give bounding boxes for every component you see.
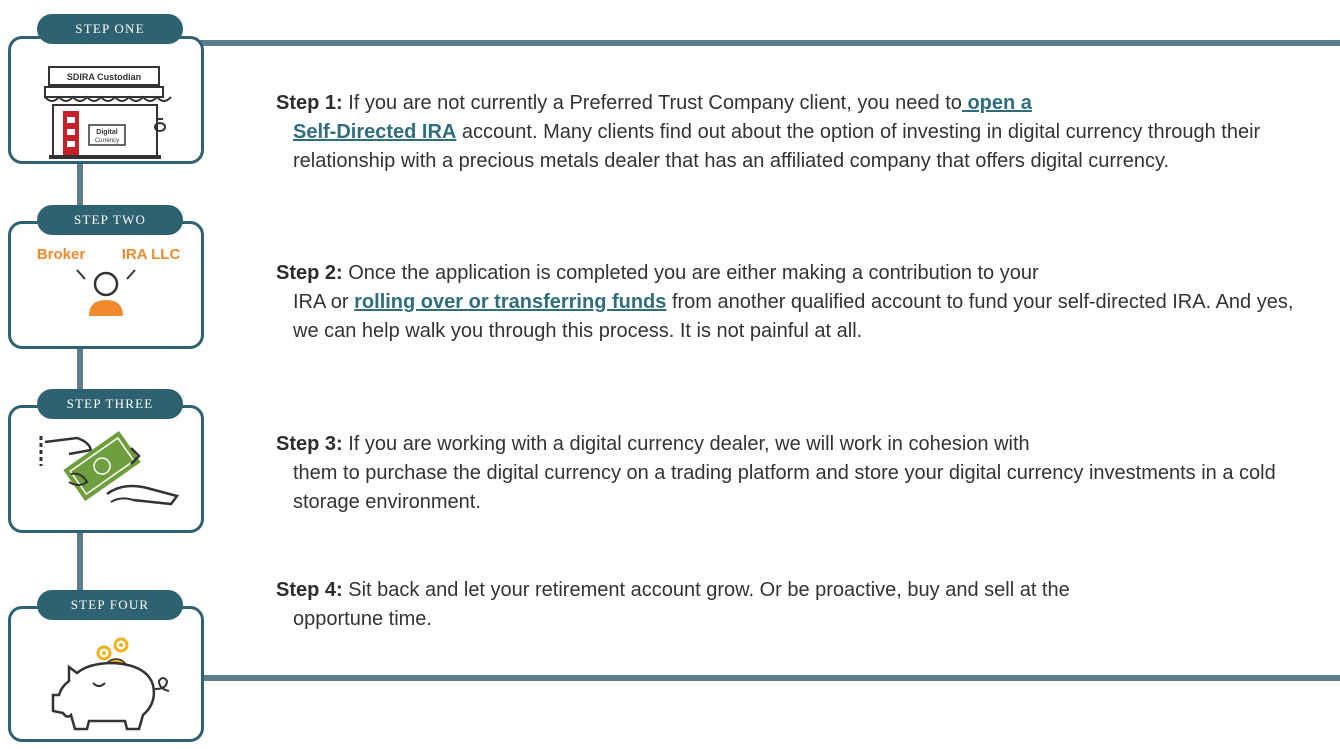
broker-label: Broker — [37, 246, 86, 263]
step-3-paragraph: Step 3: If you are working with a digita… — [276, 430, 1316, 517]
step-one-card: SDIRA Custodian Digital Currency — [8, 36, 204, 164]
door-sign-line1: Digital — [96, 129, 117, 136]
ira-llc-label: IRA LLC — [122, 246, 181, 263]
step-3-label: Step 3: — [276, 433, 343, 455]
step-4-text-rest: opportune time. — [293, 608, 432, 630]
step-3-text-rest: them to purchase the digital currency on… — [293, 462, 1276, 513]
step-2-label: Step 2: — [276, 262, 343, 284]
open-self-directed-ira-link[interactable]: open a — [962, 92, 1031, 114]
step-2-text: Once the application is completed you ar… — [342, 262, 1039, 284]
money-exchange-icon — [39, 430, 180, 506]
bottom-divider-line — [200, 675, 1340, 681]
step-two-card: Broker IRA LLC — [8, 221, 204, 349]
steps-text-4: Step 4: Sit back and let your retirement… — [276, 576, 1316, 634]
step-one-tab: STEP ONE — [37, 14, 183, 44]
step-1-label: Step 1: — [276, 92, 343, 114]
storefront-icon: SDIRA Custodian Digital Currency — [44, 66, 172, 159]
step-4-paragraph: Step 4: Sit back and let your retirement… — [276, 576, 1316, 634]
step-three-card — [8, 405, 204, 533]
step-two-tab: STEP TWO — [37, 205, 183, 235]
door-sign-line2: Currency — [95, 138, 119, 144]
store-sign-label: SDIRA Custodian — [67, 72, 141, 82]
steps-text-3: Step 3: If you are working with a digita… — [276, 430, 1316, 517]
step-2-paragraph: Step 2: Once the application is complete… — [276, 259, 1316, 346]
top-divider-line — [200, 40, 1340, 46]
step-4-text: Sit back and let your retirement account… — [342, 579, 1070, 601]
steps-text-2: Step 2: Once the application is complete… — [276, 259, 1316, 346]
step-3-text: If you are working with a digital curren… — [342, 433, 1030, 455]
step-2-text-before-link: IRA or — [293, 291, 355, 313]
step-three-tab: STEP THREE — [37, 389, 183, 419]
steps-text: Step 1: If you are not currently a Prefe… — [276, 89, 1316, 176]
step-four-card: ₿ — [8, 606, 204, 742]
person-icon: Broker IRA LLC — [37, 246, 181, 316]
step-4-label: Step 4: — [276, 579, 343, 601]
step-1-text: If you are not currently a Preferred Tru… — [342, 92, 962, 114]
open-self-directed-ira-link-line2[interactable]: Self-Directed IRA — [293, 121, 456, 143]
step-four-tab: STEP FOUR — [37, 590, 183, 620]
rolling-over-link[interactable]: rolling over or transferring funds — [354, 291, 666, 313]
piggy-bank-icon: ₿ — [51, 637, 170, 731]
step-1-paragraph: Step 1: If you are not currently a Prefe… — [276, 89, 1316, 176]
